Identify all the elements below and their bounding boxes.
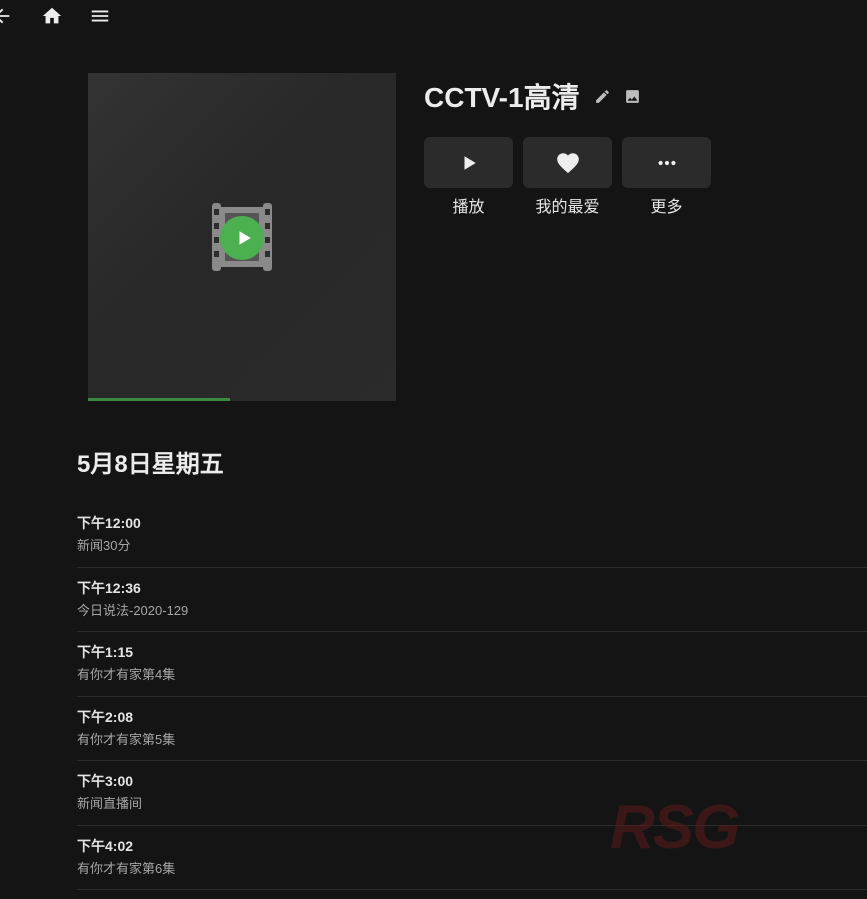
program-title: 有你才有家第6集 bbox=[77, 860, 176, 876]
more-horizontal-icon bbox=[657, 160, 676, 165]
top-bar bbox=[0, 0, 867, 32]
program-time: 下午12:36 bbox=[77, 579, 141, 596]
title-row: CCTV-1高清 bbox=[424, 78, 642, 114]
program-time: 下午2:08 bbox=[77, 708, 134, 725]
favorite-button[interactable] bbox=[523, 137, 612, 188]
favorite-label: 我的最爱 bbox=[535, 199, 600, 216]
program-time: 下午3:00 bbox=[77, 773, 134, 789]
program-item[interactable]: 下午1:15 有你才有家第4集 bbox=[77, 632, 867, 697]
program-title: 有你才有家第4集 bbox=[77, 667, 176, 682]
edit-button[interactable] bbox=[594, 87, 612, 105]
favorite-action[interactable]: 我的最爱 bbox=[523, 137, 612, 217]
program-title: 今日说法-2020-129 bbox=[77, 602, 189, 618]
play-icon bbox=[464, 155, 476, 170]
arrow-left-icon bbox=[0, 8, 10, 24]
watermark-logo: RSG bbox=[610, 793, 740, 862]
image-icon bbox=[626, 89, 639, 103]
program-time: 下午12:00 bbox=[77, 515, 141, 531]
menu-icon bbox=[91, 10, 109, 22]
play-button[interactable] bbox=[424, 137, 513, 188]
program-item[interactable]: 下午12:36 今日说法-2020-129 bbox=[77, 568, 867, 632]
more-button[interactable] bbox=[622, 137, 711, 188]
program-item[interactable]: 下午3:00 新闻直播间 bbox=[77, 761, 867, 826]
home-button[interactable] bbox=[40, 4, 64, 28]
more-action[interactable]: 更多 bbox=[622, 137, 711, 217]
home-icon bbox=[42, 7, 62, 24]
play-action[interactable]: 播放 bbox=[424, 137, 513, 217]
program-item[interactable]: 下午2:08 有你才有家第5集 bbox=[77, 697, 867, 761]
menu-button[interactable] bbox=[88, 4, 112, 28]
program-title: 新闻30分 bbox=[77, 538, 131, 553]
watch-progress-bar bbox=[88, 398, 396, 401]
program-item[interactable]: 下午12:00 新闻30分 bbox=[77, 503, 867, 568]
more-label: 更多 bbox=[650, 199, 683, 216]
program-time: 下午1:15 bbox=[77, 644, 134, 660]
program-guide-list: 下午12:00 新闻30分 下午12:36 今日说法-2020-129 下午1:… bbox=[77, 503, 867, 890]
edit-image-button[interactable] bbox=[624, 87, 642, 105]
program-item[interactable]: 下午4:02 有你才有家第6集 bbox=[77, 826, 867, 890]
channel-poster[interactable] bbox=[88, 73, 396, 401]
program-title: 有你才有家第5集 bbox=[77, 731, 176, 747]
back-button[interactable] bbox=[0, 4, 14, 28]
action-buttons: 播放 我的最爱 更多 bbox=[424, 137, 711, 217]
channel-title: CCTV-1高清 bbox=[424, 82, 580, 113]
program-title: 新闻直播间 bbox=[77, 796, 143, 811]
pencil-icon bbox=[596, 89, 609, 103]
play-icon bbox=[239, 231, 251, 245]
app-root: CCTV-1高清 播放 我的最爱 更多 5月8日星期五 下午12:00 新闻30… bbox=[0, 0, 867, 899]
program-time: 下午4:02 bbox=[77, 837, 134, 854]
watch-progress-fill bbox=[88, 398, 230, 401]
play-label: 播放 bbox=[452, 199, 485, 216]
guide-date-heading: 5月8日星期五 bbox=[77, 451, 224, 478]
poster-play-button[interactable] bbox=[220, 216, 264, 260]
heart-icon bbox=[556, 152, 579, 173]
